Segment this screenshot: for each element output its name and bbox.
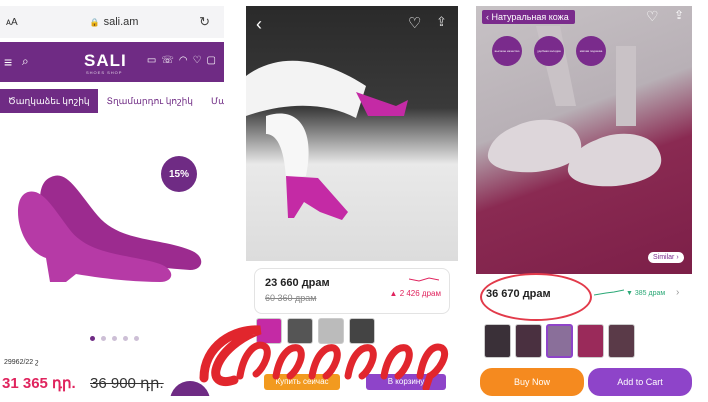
thumbnail-strip: [484, 324, 635, 358]
add-to-cart-button[interactable]: Add to Cart: [588, 368, 692, 396]
thumbnail[interactable]: [484, 324, 511, 358]
back-title[interactable]: ‹ Натуральная кожа: [482, 10, 575, 24]
carousel-dot[interactable]: [123, 336, 128, 341]
category-tabs: Ծաղկաձեւ կոշիկ Տղամարդու կոշիկ Մանկակ: [0, 86, 224, 116]
share-icon[interactable]: ⇪: [674, 8, 684, 22]
site-logo-subtitle: SHOES SHOP: [86, 70, 123, 75]
reload-icon[interactable]: ↻: [199, 14, 210, 30]
heart-icon[interactable]: ♡: [193, 55, 202, 66]
share-icon[interactable]: ⇪: [436, 14, 447, 30]
thumbnail[interactable]: [546, 324, 573, 358]
price-trend-line: [594, 289, 624, 296]
thumbnail[interactable]: [577, 324, 604, 358]
feature-badge: высокое качество: [492, 36, 522, 66]
bag-icon[interactable]: ▢: [207, 55, 216, 66]
page-title: Натуральная кожа: [491, 12, 569, 22]
thumbnail[interactable]: [515, 324, 542, 358]
screenshot-collage: ᴀA 🔒 sali.am ↻ ≡ ⌕ SALI SHOES SHOP ▭ ☏ ◠…: [0, 0, 708, 402]
old-price: 36 900 դր.: [90, 375, 164, 392]
carousel-dots[interactable]: [90, 336, 139, 341]
price-change: ▼ 385 драм: [626, 290, 666, 297]
shop-mobile-page: ᴀA 🔒 sali.am ↻ ≡ ⌕ SALI SHOES SHOP ▭ ☏ ◠…: [0, 6, 224, 396]
carousel-dot[interactable]: [134, 336, 139, 341]
news-watermark-logo: [199, 325, 449, 390]
feature-badge: мягкая подошва: [576, 36, 606, 66]
product-sku: 29962/22 շ: [4, 359, 39, 366]
phone-icon[interactable]: ☏: [161, 55, 174, 66]
site-header: ≡ ⌕ SALI SHOES SHOP ▭ ☏ ◠ ♡ ▢: [0, 42, 224, 82]
old-price: 60 360 драм: [265, 293, 317, 303]
tab-category-1[interactable]: Ծաղկաձեւ կոշիկ: [0, 89, 98, 113]
header-icons: ▭ ☏ ◠ ♡ ▢: [147, 55, 216, 66]
back-icon[interactable]: ‹: [256, 14, 262, 35]
price-change: ▲ 2 426 драм: [389, 289, 441, 298]
favorite-icon[interactable]: ♡: [408, 14, 421, 32]
text-size-button[interactable]: ᴀA: [6, 17, 18, 28]
tab-category-3[interactable]: Մանկակ: [202, 96, 224, 107]
price-card: 23 660 драм 60 360 драм ▲ 2 426 драм: [254, 268, 450, 314]
model-legs-illustration: [246, 60, 408, 220]
site-logo[interactable]: SALI: [84, 51, 127, 71]
current-price: 31 365 դր.: [2, 375, 76, 392]
headset-icon[interactable]: ◠: [179, 55, 188, 66]
carousel-dot[interactable]: [90, 336, 95, 341]
similar-button[interactable]: Similar ›: [648, 252, 684, 263]
discount-badge: 15%: [161, 156, 197, 192]
menu-icon[interactable]: ≡: [4, 54, 12, 70]
card-icon[interactable]: ▭: [147, 55, 156, 66]
product-photo[interactable]: [246, 6, 458, 261]
tab-category-2[interactable]: Տղամարդու կոշիկ: [98, 96, 202, 107]
current-price: 23 660 драм: [265, 277, 330, 289]
search-icon[interactable]: ⌕: [22, 54, 29, 69]
browser-address-bar[interactable]: ᴀA 🔒 sali.am ↻: [0, 6, 224, 38]
marketplace-product-page: ‹ Натуральная кожа высокое качество удоб…: [476, 6, 692, 396]
lock-icon: 🔒: [89, 17, 100, 27]
carousel-dot[interactable]: [112, 336, 117, 341]
thumbnail[interactable]: [608, 324, 635, 358]
chevron-right-icon[interactable]: ›: [676, 287, 679, 298]
url-text[interactable]: sali.am: [104, 16, 139, 28]
favorite-icon[interactable]: ♡: [646, 8, 659, 25]
carousel-dot[interactable]: [101, 336, 106, 341]
current-price: 36 670 драм: [486, 288, 551, 300]
buy-now-button[interactable]: Buy Now: [480, 368, 584, 396]
price-trend-line: [409, 277, 439, 282]
feature-badge: удобная колодка: [534, 36, 564, 66]
